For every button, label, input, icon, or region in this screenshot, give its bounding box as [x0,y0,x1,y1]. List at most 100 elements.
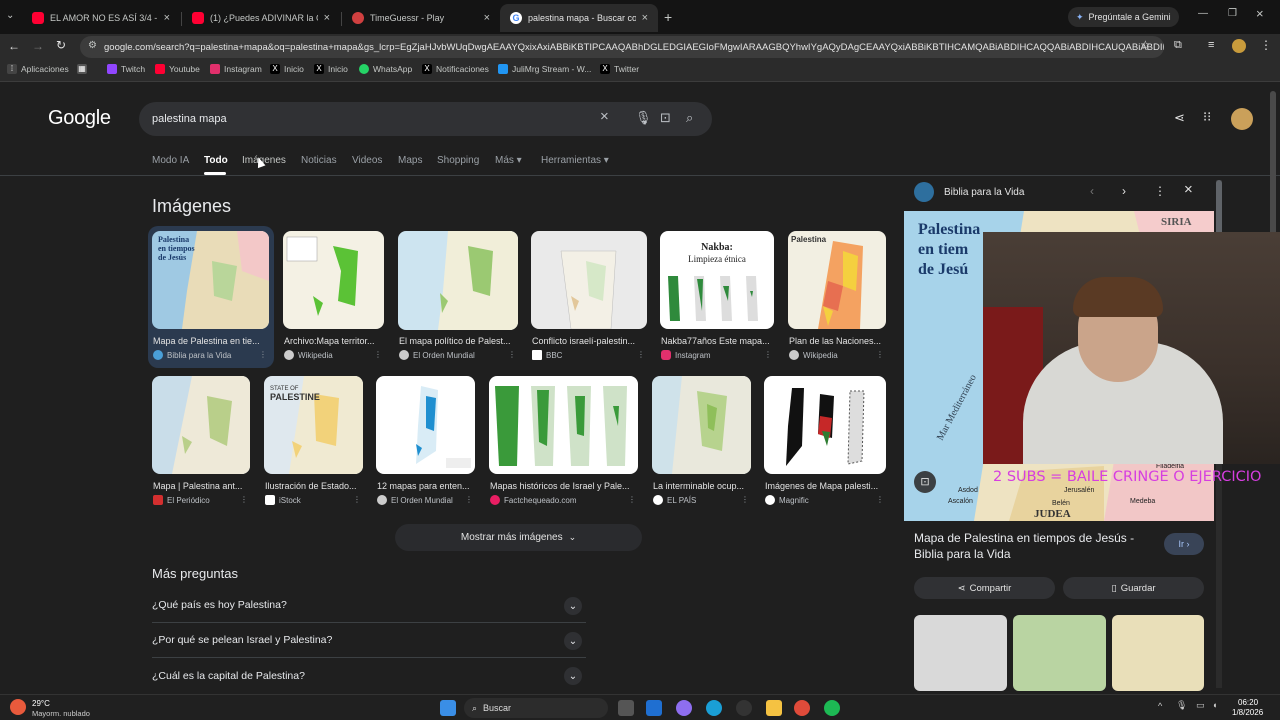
back-icon[interactable]: ← [8,39,20,53]
panel-title[interactable]: Mapa de Palestina en tiempos de Jesús - … [914,530,1154,562]
related-image-3[interactable] [1112,615,1204,691]
related-image-1[interactable] [914,615,1007,691]
close-tab-icon[interactable]: × [164,12,170,24]
save-button[interactable]: ▯ Guardar [1063,577,1204,599]
bookmark-star-icon[interactable]: ☆ [1140,38,1151,52]
tab-modo-ia[interactable]: Modo IA [152,155,189,166]
go-button[interactable]: Ir › [1164,533,1204,555]
image-result-12[interactable]: Imágenes de Mapa palesti... Magnific ⋮ [764,376,886,516]
file-explorer-icon[interactable] [766,700,782,716]
close-tab-icon[interactable]: × [484,12,490,24]
outlook-icon[interactable] [646,700,662,716]
lens-icon[interactable]: ⊡ [914,471,936,493]
windows-start-icon[interactable] [440,700,456,716]
tab-2[interactable]: (1) ¿Puedes ADIVINAR la CANC × [182,4,340,32]
browser-menu-icon[interactable]: ⋮ [1260,38,1272,52]
bookmark-x-inicio-2[interactable]: X Inicio [314,64,348,74]
bookmark-grid[interactable]: ▦ [77,64,91,74]
image-result-6[interactable]: Palestina Plan de las Naciones... Wikipe… [788,231,886,371]
next-image-icon[interactable]: › [1122,184,1126,198]
chevron-down-icon[interactable]: ⌄ [564,632,582,650]
tab-todo[interactable]: Todo [204,155,228,166]
panel-more-icon[interactable]: ⋮ [1154,184,1166,198]
faq-item-3[interactable]: ¿Cuál es la capital de Palestina? ⌄ [152,658,586,693]
gemini-button[interactable]: ✦ Pregúntale a Gemini [1068,7,1179,27]
tab-mas[interactable]: Más ▾ [495,155,522,166]
search-input[interactable]: palestina mapa [139,102,712,136]
new-tab-icon[interactable]: + [664,9,672,25]
image-result-7[interactable]: Mapa | Palestina ant... El Periódico ⋮ [152,376,250,516]
panel-source[interactable]: Biblia para la Vida [944,187,1024,198]
tab-1[interactable]: EL AMOR NO ES ASÍ 3/4 - YouT × [22,4,180,32]
lens-search-icon[interactable]: ⊡ [660,110,671,126]
spotify-icon[interactable] [824,700,840,716]
share-icon[interactable]: ⋖ [1174,110,1185,126]
tab-shopping[interactable]: Shopping [437,155,479,166]
minimize-icon[interactable]: — [1198,8,1208,19]
edge-icon[interactable] [706,700,722,716]
site-info-icon[interactable]: ⚙ [88,40,97,51]
network-icon[interactable]: ▭ [1196,700,1205,711]
chevron-down-icon[interactable]: ⌄ [564,667,582,685]
close-tab-icon[interactable]: × [642,12,648,24]
tab-4-active[interactable]: G palestina mapa - Buscar con Go × [500,4,658,32]
profile-avatar-icon[interactable] [1232,39,1246,53]
tab-maps[interactable]: Maps [398,155,422,166]
tab-3[interactable]: TimeGuessr - Play × [342,4,500,32]
related-image-2[interactable] [1013,615,1106,691]
image-result-9[interactable]: 12 mapas para enten... El Orden Mundial … [376,376,475,516]
chrome-icon[interactable] [794,700,810,716]
more-options-icon[interactable]: ⋮ [259,350,267,359]
more-options-icon[interactable]: ⋮ [374,350,382,359]
clock-time[interactable]: 06:20 [1238,698,1258,707]
address-bar[interactable]: ⚙ google.com/search?q=palestina+mapa&oq=… [80,36,1164,58]
image-result-4[interactable]: Conflicto israelí-palestin... BBC ⋮ [531,231,647,371]
bookmark-x-inicio[interactable]: X Inicio [270,64,304,74]
chevron-down-icon[interactable]: ⌄ [564,597,582,615]
voice-search-icon[interactable]: 🎙 [635,110,652,126]
show-more-images-button[interactable]: Mostrar más imágenes ⌄ [395,524,642,551]
bookmark-twitter[interactable]: X Twitter [600,64,639,74]
image-result-11[interactable]: La interminable ocup... EL PAÍS ⋮ [652,376,751,516]
tab-list-icon[interactable]: ⌄ [6,10,14,21]
more-options-icon[interactable]: ⋮ [465,495,473,504]
reading-list-icon[interactable]: ≡ [1208,39,1214,51]
weather-temp[interactable]: 29°C [32,699,50,708]
image-result-1[interactable]: Palestina en tiempos de Jesús Mapa de Pa… [152,231,269,371]
bookmark-julimrg[interactable]: JuliMrg Stream - W... [498,64,591,74]
bookmark-apps[interactable]: ⁞ Aplicaciones [7,64,69,74]
more-options-icon[interactable]: ⋮ [240,495,248,504]
faq-item-1[interactable]: ¿Qué país es hoy Palestina? ⌄ [152,588,586,623]
reload-icon[interactable]: ↻ [56,38,66,52]
faq-item-2[interactable]: ¿Por qué se pelean Israel y Palestina? ⌄ [152,623,586,658]
clear-search-icon[interactable]: × [600,108,609,125]
prev-image-icon[interactable]: ‹ [1090,184,1094,198]
image-result-8[interactable]: STATE OF PALESTINE Ilustración de Estado… [264,376,363,516]
image-result-2[interactable]: Archivo:Mapa territor... Wikipedia ⋮ [283,231,384,371]
close-tab-icon[interactable]: × [324,12,330,24]
volume-icon[interactable]: ◖ [1212,700,1217,710]
more-options-icon[interactable]: ⋮ [508,350,516,359]
more-options-icon[interactable]: ⋮ [353,495,361,504]
google-logo[interactable]: Google [48,107,111,130]
close-panel-icon[interactable]: × [1184,181,1193,198]
tab-herramientas[interactable]: Herramientas ▾ [541,155,609,166]
image-result-10[interactable]: Mapas históricos de Israel y Pale... Fac… [489,376,638,516]
bookmark-notificaciones[interactable]: X Notificaciones [422,64,489,74]
weather-icon[interactable] [10,699,26,715]
tab-noticias[interactable]: Noticias [301,155,337,166]
more-options-icon[interactable]: ⋮ [876,350,884,359]
tab-videos[interactable]: Videos [352,155,382,166]
google-apps-icon[interactable]: ⁝⁝ [1203,109,1211,125]
bookmark-youtube[interactable]: Youtube [155,64,200,74]
more-options-icon[interactable]: ⋮ [741,495,749,504]
forward-icon[interactable]: → [32,39,44,53]
steam-icon[interactable] [736,700,752,716]
bookmark-whatsapp[interactable]: WhatsApp [359,64,412,74]
microphone-icon[interactable]: 🎙 [1176,700,1187,711]
share-button[interactable]: ⋖ Compartir [914,577,1055,599]
extensions-icon[interactable]: ⧉ [1174,39,1182,52]
image-result-3[interactable]: El mapa político de Palest... El Orden M… [398,231,518,371]
bookmark-twitch[interactable]: Twitch [107,64,145,74]
tray-chevron-icon[interactable]: ^ [1158,701,1162,711]
